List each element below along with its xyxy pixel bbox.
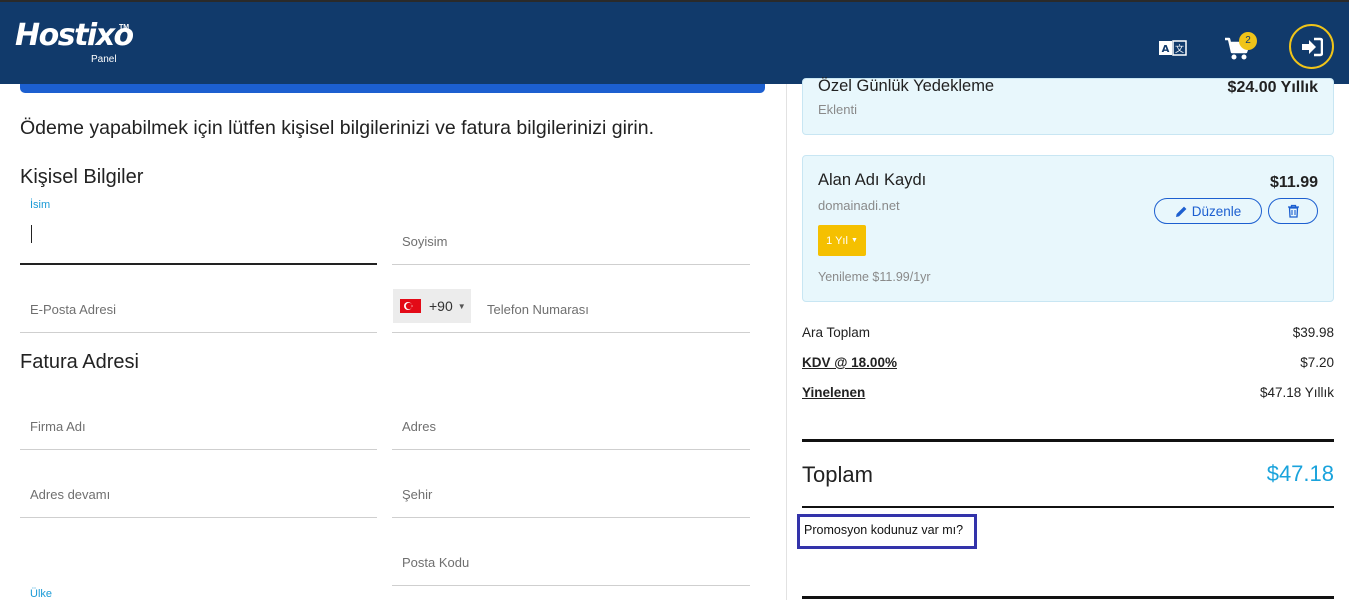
caret-down-icon: ▼ xyxy=(457,301,466,311)
country-code-value: +90 xyxy=(429,298,453,314)
cart-item-price: $11.99 xyxy=(1269,174,1318,191)
address-placeholder: Adres xyxy=(402,419,436,434)
cart-item-type: Eklenti xyxy=(818,102,858,117)
tax-label-link[interactable]: KDV @ 18.00% xyxy=(802,355,897,370)
company-field[interactable]: Firma Adı xyxy=(20,382,377,450)
caret-down-icon: ▼ xyxy=(850,237,858,244)
logo-subtitle: Panel xyxy=(91,54,117,65)
delete-button[interactable] xyxy=(1268,198,1318,224)
billing-period-value: 1 Yıl xyxy=(826,234,848,247)
state-field[interactable] xyxy=(20,518,377,586)
svg-text:文: 文 xyxy=(1175,43,1184,55)
last-name-placeholder: Soyisim xyxy=(402,234,448,249)
cart-item-domain-name: domainadi.net xyxy=(818,198,900,213)
pencil-icon xyxy=(1175,206,1187,217)
total-value: $47.18 xyxy=(1266,461,1334,486)
address2-placeholder: Adres devamı xyxy=(30,487,111,502)
turkey-flag-icon xyxy=(400,299,421,313)
total-bottom-divider xyxy=(802,506,1334,508)
edit-button-label: Düzenle xyxy=(1191,203,1242,219)
total-label: Toplam xyxy=(802,462,873,487)
company-placeholder: Firma Adı xyxy=(30,419,86,434)
edit-button[interactable]: Düzenle xyxy=(1154,198,1262,224)
cart-count-badge: 2 xyxy=(1239,32,1257,50)
logo-text: Hostixo xyxy=(15,18,134,53)
promo-code-link[interactable]: Promosyon kodunuz var mı? xyxy=(797,514,977,549)
svg-text:A: A xyxy=(1162,44,1170,55)
top-navbar: Hostixo TM Panel A 文 2 xyxy=(0,0,1349,84)
country-code-selector[interactable]: +90 ▼ xyxy=(393,289,471,323)
translate-icon: A 文 xyxy=(1159,40,1187,56)
column-divider xyxy=(786,84,787,600)
last-name-field[interactable]: Soyisim xyxy=(392,197,750,265)
billing-period-dropdown[interactable]: 1 Yıl ▼ xyxy=(818,225,866,256)
recurring-label-link[interactable]: Yinelenen xyxy=(802,385,865,400)
email-placeholder: E-Posta Adresi xyxy=(30,302,116,317)
billing-address-heading: Fatura Adresi xyxy=(20,351,139,373)
city-placeholder: Şehir xyxy=(402,487,433,502)
subtotal-label: Ara Toplam xyxy=(802,325,871,340)
postcode-field[interactable]: Posta Kodu xyxy=(392,518,750,586)
personal-info-heading: Kişisel Bilgiler xyxy=(20,166,144,188)
total-top-divider xyxy=(802,439,1334,442)
country-label: Ülke xyxy=(30,588,53,600)
trash-icon xyxy=(1287,204,1299,218)
checkout-intro-text: Ödeme yapabilmek için lütfen kişisel bil… xyxy=(20,117,655,139)
language-button[interactable]: A 文 xyxy=(1159,40,1187,58)
login-button[interactable] xyxy=(1289,24,1334,69)
first-name-field[interactable] xyxy=(20,197,377,265)
cart-item-title: Alan Adı Kaydı xyxy=(818,171,927,189)
login-icon xyxy=(1301,37,1323,56)
text-cursor xyxy=(31,225,32,243)
recurring-value: $47.18 Yıllık xyxy=(1259,385,1334,400)
postcode-placeholder: Posta Kodu xyxy=(402,555,470,570)
brand-logo[interactable]: Hostixo TM Panel xyxy=(15,18,134,66)
city-field[interactable]: Şehir xyxy=(392,450,750,518)
cart-item-backup: Özel Günlük Yedekleme Eklenti $24.00 Yıl… xyxy=(802,77,1334,135)
subtotal-value: $39.98 xyxy=(1292,325,1334,340)
cart-item-title: Özel Günlük Yedekleme xyxy=(818,77,995,95)
tax-value: $7.20 xyxy=(1300,355,1334,370)
address2-field[interactable]: Adres devamı xyxy=(20,450,377,518)
address-field[interactable]: Adres xyxy=(392,382,750,450)
renewal-text: Yenileme $11.99/1yr xyxy=(818,270,931,284)
cart-item-domain: Alan Adı Kaydı domainadi.net $11.99 Düze… xyxy=(802,155,1334,302)
progress-strip xyxy=(20,84,765,93)
phone-placeholder: Telefon Numarası xyxy=(487,302,589,317)
email-field[interactable]: E-Posta Adresi xyxy=(20,265,377,333)
cart-item-price: $24.00 Yıllık xyxy=(1227,79,1318,96)
logo-trademark: TM xyxy=(119,24,130,31)
promo-bottom-divider xyxy=(802,596,1334,599)
